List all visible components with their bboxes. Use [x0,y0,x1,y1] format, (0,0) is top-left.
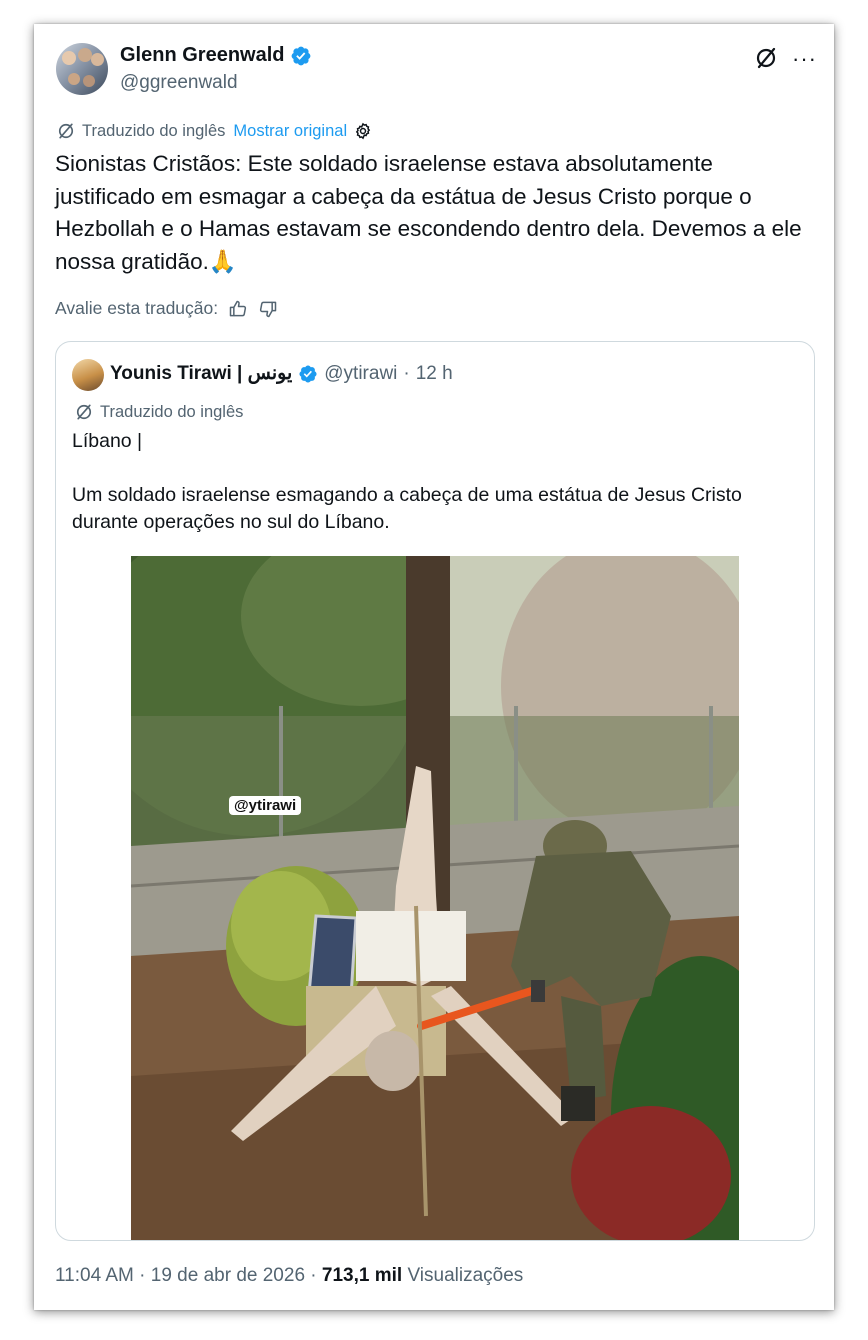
post-text: Sionistas Cristãos: Este soldado israele… [55,151,802,274]
translation-bar: Traduzido do inglês Mostrar original [56,121,373,141]
quoted-photo[interactable]: @ytirawi [131,556,739,1240]
author-name[interactable]: Glenn Greenwald [120,44,284,67]
more-options-button[interactable]: ··· [792,46,817,72]
rate-translation-row: Avalie esta tradução: [55,298,278,319]
quoted-post[interactable]: Younis Tirawi | يونس @ytirawi · 12 h Tra… [55,341,815,1241]
quoted-translation-bar: Traduzido do inglês [74,402,243,422]
quoted-time[interactable]: 12 h [416,363,453,385]
quoted-author-name[interactable]: Younis Tirawi | يونس [110,362,292,385]
post-date[interactable]: 19 de abr de 2026 [151,1265,305,1286]
verified-badge-icon [299,364,317,383]
show-original-link[interactable]: Mostrar original [233,122,347,141]
author-avatar[interactable] [56,43,108,95]
rate-translation-label: Avalie esta tradução: [55,298,219,318]
quoted-author-handle[interactable]: @ytirawi [324,363,397,385]
thumbs-up-icon[interactable] [228,299,248,319]
thumbs-down-icon[interactable] [258,299,278,319]
post-time[interactable]: 11:04 AM [55,1265,134,1286]
translate-icon [76,404,92,420]
quoted-separator: · [403,362,410,384]
photo-watermark-text: @ytirawi [234,797,297,814]
translated-label: Traduzido do inglês [82,121,226,140]
settings-gear-icon[interactable] [353,121,373,141]
author-handle[interactable]: @ggreenwald [120,72,238,94]
post-card: Glenn Greenwald @ggreenwald ··· Traduzid… [34,24,834,1310]
quoted-header: Younis Tirawi | يونس @ytirawi · 12 h [110,362,453,385]
footer-separator: · [310,1265,317,1286]
quoted-text: Líbano | Um soldado israelense esmagando… [72,430,742,533]
quoted-translated-label: Traduzido do inglês [100,402,244,421]
footer-separator: · [139,1265,146,1286]
grok-icon[interactable] [754,46,778,70]
photo-scene [131,556,739,1240]
views-label: Visualizações [407,1265,524,1286]
views-count: 713,1 mil [321,1265,403,1286]
author-name-row[interactable]: Glenn Greenwald [120,44,312,67]
verified-badge-icon [292,46,311,65]
translate-icon [58,123,74,139]
quoted-author-avatar[interactable] [72,359,104,391]
photo-watermark: @ytirawi [229,796,302,815]
post-footer: 11:04 AM · 19 de abr de 2026 · 713,1 mil… [55,1265,523,1287]
